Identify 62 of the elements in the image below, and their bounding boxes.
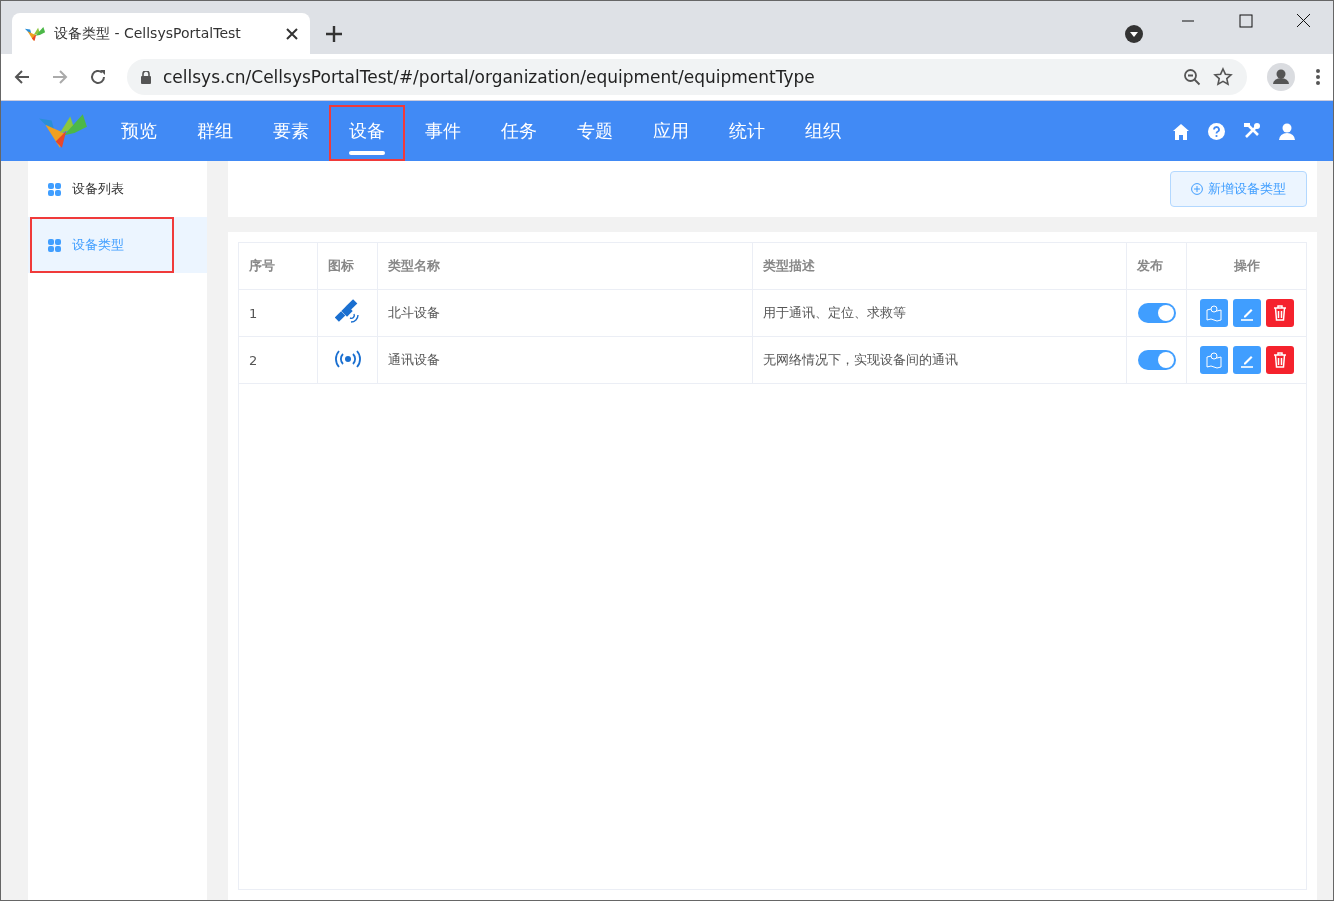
- add-type-button[interactable]: 新增设备类型: [1170, 171, 1307, 207]
- star-icon[interactable]: [1213, 67, 1233, 87]
- signal-icon: [334, 349, 361, 368]
- home-icon[interactable]: [1172, 122, 1190, 140]
- column-header: 序号: [238, 242, 318, 290]
- sidebar-item[interactable]: 设备列表: [28, 161, 207, 217]
- menu-icon[interactable]: [1315, 68, 1321, 86]
- grid-icon: [48, 182, 61, 196]
- grid-icon: [48, 238, 61, 252]
- table-cell: 用于通讯、定位、求救等: [752, 289, 1127, 337]
- satellite-icon: [334, 298, 361, 325]
- nav-tab[interactable]: 应用: [633, 101, 709, 161]
- reload-icon[interactable]: [89, 68, 107, 86]
- column-header: 发布: [1126, 242, 1187, 290]
- lock-icon: [141, 70, 151, 84]
- map-button[interactable]: [1199, 346, 1228, 374]
- map-button[interactable]: [1199, 299, 1228, 327]
- column-header: 类型名称: [377, 242, 752, 290]
- nav-tab[interactable]: 任务: [481, 101, 557, 161]
- nav-tab[interactable]: 要素: [253, 101, 329, 161]
- help-icon[interactable]: [1208, 122, 1225, 140]
- tab-title: 设备类型 - CellsysPortalTest: [54, 24, 242, 43]
- user-icon[interactable]: [1279, 122, 1295, 140]
- edit-button[interactable]: [1232, 346, 1261, 374]
- column-header: 图标: [317, 242, 378, 290]
- url-text: cellsys.cn/CellsysPortalTest/#/portal/organization/equipment/equipmentType: [163, 67, 816, 87]
- browser-tab[interactable]: 设备类型 - CellsysPortalTest: [12, 13, 310, 54]
- delete-button[interactable]: [1265, 346, 1294, 374]
- table-cell: 2: [238, 336, 318, 384]
- zoom-out-icon[interactable]: [1183, 68, 1201, 86]
- trash-icon: [1272, 305, 1287, 321]
- sidebar-item[interactable]: 设备类型: [28, 217, 207, 273]
- nav-tab[interactable]: 专题: [557, 101, 633, 161]
- map-pin-icon: [1204, 351, 1223, 369]
- table-cell: 北斗设备: [377, 289, 752, 337]
- close-tab-icon[interactable]: [286, 27, 298, 40]
- nav-tab[interactable]: 统计: [709, 101, 785, 161]
- table-cell: 无网络情况下，实现设备间的通讯: [752, 336, 1127, 384]
- plus-circle-icon: [1191, 183, 1203, 195]
- forward-icon[interactable]: [51, 68, 69, 86]
- map-pin-icon: [1204, 304, 1223, 322]
- delete-button[interactable]: [1265, 299, 1294, 327]
- column-header: 操作: [1186, 242, 1307, 290]
- table-cell: 通讯设备: [377, 336, 752, 384]
- table-cell: 1: [238, 289, 318, 337]
- dropdown-icon[interactable]: [1125, 25, 1143, 43]
- nav-tab[interactable]: 事件: [405, 101, 481, 161]
- nav-tab[interactable]: 组织: [785, 101, 861, 161]
- logo-icon: [24, 24, 46, 43]
- edit-button[interactable]: [1232, 299, 1261, 327]
- trash-icon: [1272, 352, 1287, 368]
- nav-tab[interactable]: 预览: [101, 101, 177, 161]
- column-header: 类型描述: [752, 242, 1127, 290]
- back-icon[interactable]: [13, 68, 31, 86]
- nav-tab[interactable]: 设备: [329, 101, 405, 161]
- nav-tab[interactable]: 群组: [177, 101, 253, 161]
- publish-toggle[interactable]: [1137, 303, 1176, 323]
- logo-icon: [37, 112, 89, 150]
- address-bar[interactable]: cellsys.cn/CellsysPortalTest/#/portal/organization/equipment/equipmentType: [127, 59, 1247, 95]
- profile-icon[interactable]: [1267, 63, 1295, 91]
- publish-toggle[interactable]: [1137, 350, 1176, 370]
- tools-icon[interactable]: [1243, 122, 1261, 140]
